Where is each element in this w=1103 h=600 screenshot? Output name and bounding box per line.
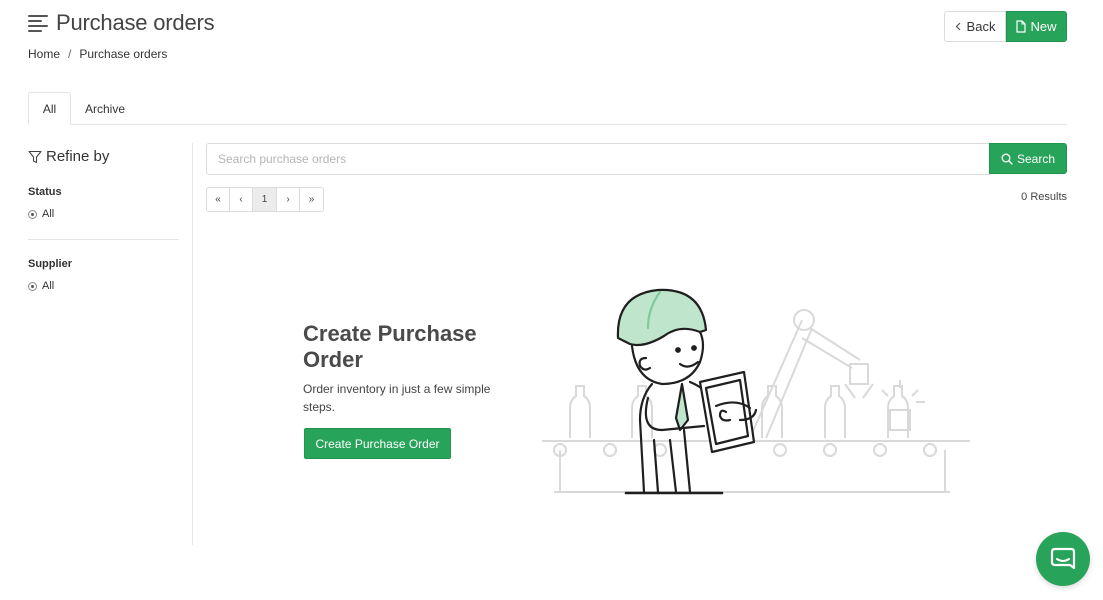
refine-label: Refine by [46, 148, 110, 165]
status-filter-all[interactable]: All [28, 208, 54, 220]
results-count: 0 Results [1021, 191, 1067, 203]
breadcrumb-current: Purchase orders [79, 47, 168, 61]
pagination-prev[interactable]: ‹ [230, 188, 253, 211]
refine-heading: Refine by [28, 148, 109, 165]
tab-archive[interactable]: Archive [74, 92, 136, 125]
menu-icon[interactable] [28, 14, 48, 32]
new-button[interactable]: New [1006, 11, 1067, 42]
pagination-first[interactable]: « [207, 188, 230, 211]
radio-button[interactable] [28, 281, 37, 291]
sidebar-divider [28, 239, 179, 240]
breadcrumb-home-link[interactable]: Home [28, 47, 60, 61]
pagination-next[interactable]: › [277, 188, 300, 211]
create-purchase-order-button[interactable]: Create Purchase Order [304, 428, 451, 459]
empty-state-description: Order inventory in just a few simple ste… [303, 382, 491, 414]
search-input[interactable] [206, 143, 990, 175]
funnel-icon [28, 150, 42, 163]
supplier-option-label: All [42, 280, 55, 292]
chat-bubble-icon [1050, 547, 1076, 570]
back-button-label: Back [966, 19, 996, 34]
tab-all[interactable]: All [28, 92, 71, 125]
chevron-left-icon [955, 22, 960, 31]
pagination-last[interactable]: » [300, 188, 323, 211]
chat-button[interactable] [1036, 532, 1090, 586]
document-icon [1016, 20, 1027, 33]
breadcrumb: Home / Purchase orders [28, 47, 167, 61]
worker-illustration [542, 288, 970, 495]
supplier-filter-all[interactable]: All [28, 280, 54, 292]
new-button-label: New [1030, 19, 1057, 34]
empty-state-title: Create Purchase Order [303, 321, 477, 372]
breadcrumb-separator: / [68, 47, 72, 61]
search-button[interactable]: Search [989, 143, 1067, 174]
content-divider [192, 143, 193, 545]
back-button[interactable]: Back [944, 11, 1006, 42]
status-filter-label: Status [28, 186, 62, 198]
page-title: Purchase orders [56, 10, 215, 35]
supplier-filter-label: Supplier [28, 258, 73, 270]
tabs-divider [28, 124, 1067, 125]
magnifier-icon [1001, 153, 1013, 165]
radio-button[interactable] [28, 209, 37, 219]
search-button-label: Search [1016, 151, 1056, 166]
status-option-label: All [42, 208, 55, 220]
pagination: « ‹ 1 › » [206, 187, 324, 212]
pagination-page-1[interactable]: 1 [253, 188, 277, 211]
